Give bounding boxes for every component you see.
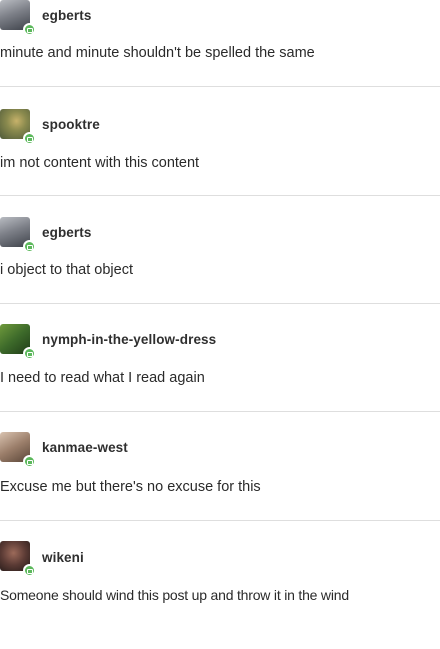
divider <box>0 195 440 196</box>
username[interactable]: kanmae-west <box>42 440 128 455</box>
reblog-badge-icon <box>23 347 36 360</box>
post: egberts i object to that object <box>0 217 440 325</box>
username[interactable]: wikeni <box>42 550 84 565</box>
post-text: i object to that object <box>0 262 133 278</box>
username[interactable]: egberts <box>42 225 91 240</box>
avatar[interactable] <box>0 217 36 253</box>
avatar[interactable] <box>0 324 36 360</box>
post-text: I need to read what I read again <box>0 370 205 386</box>
divider <box>0 303 440 304</box>
reblog-badge-icon <box>23 23 36 36</box>
reblog-badge-icon <box>23 240 36 253</box>
avatar[interactable] <box>0 432 36 468</box>
avatar[interactable] <box>0 109 36 145</box>
reblog-badge-icon <box>23 564 36 577</box>
post-text: Excuse me but there's no excuse for this <box>0 479 261 495</box>
divider <box>0 411 440 412</box>
post: kanmae-west Excuse me but there's no exc… <box>0 432 440 540</box>
post: spooktre im not content with this conten… <box>0 109 440 217</box>
post: egberts minute and minute shouldn't be s… <box>0 0 440 108</box>
divider <box>0 86 440 87</box>
reblog-badge-icon <box>23 455 36 468</box>
post-text: Someone should wind this post up and thr… <box>0 587 349 603</box>
reblog-thread: egberts minute and minute shouldn't be s… <box>0 0 440 605</box>
post-text: minute and minute shouldn't be spelled t… <box>0 45 315 61</box>
username[interactable]: egberts <box>42 8 91 23</box>
post: nymph-in-the-yellow-dress I need to read… <box>0 324 440 432</box>
reblog-badge-icon <box>23 132 36 145</box>
divider <box>0 520 440 521</box>
post: wikeni Someone should wind this post up … <box>0 541 440 649</box>
post-text: im not content with this content <box>0 155 200 171</box>
avatar[interactable] <box>0 0 36 36</box>
username[interactable]: nymph-in-the-yellow-dress <box>42 332 216 347</box>
username[interactable]: spooktre <box>42 117 100 132</box>
avatar[interactable] <box>0 541 36 577</box>
